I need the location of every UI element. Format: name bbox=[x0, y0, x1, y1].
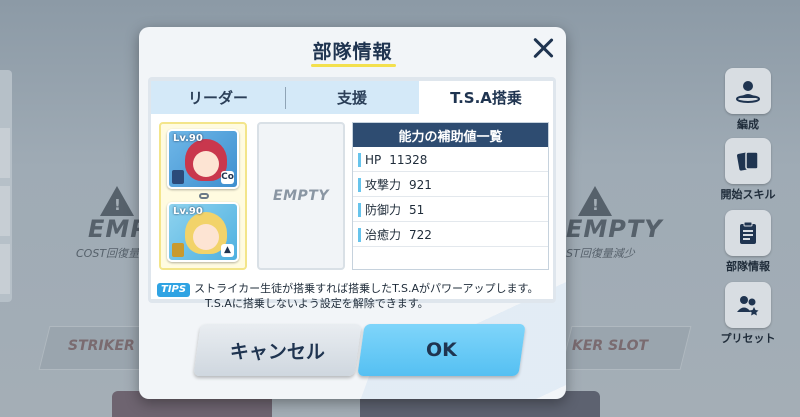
formation-icon bbox=[736, 81, 760, 103]
cards-icon bbox=[737, 151, 759, 171]
tab-tsa-boarding[interactable]: T.S.A搭乗 bbox=[419, 81, 553, 114]
stat-row-hp: HP 11328 bbox=[353, 148, 548, 172]
stat-value: 722 bbox=[409, 227, 432, 242]
boarded-unit-slot[interactable]: Lv.90 Co Lv.90 ▲ bbox=[159, 122, 247, 270]
rank-badge-icon bbox=[172, 170, 184, 184]
stat-value: 51 bbox=[409, 202, 425, 217]
stats-header: 能力の補助値一覧 bbox=[353, 123, 548, 147]
striker-slot-right-label: KER SLOT bbox=[572, 338, 649, 354]
tips-badge: TIPS bbox=[157, 283, 191, 297]
character-face bbox=[193, 151, 219, 177]
stat-value: 921 bbox=[409, 177, 432, 192]
tips-text: TIPS ストライカー生徒が搭乗すれば搭乗したT.S.Aがパワーアップします。 T… bbox=[157, 282, 557, 311]
striker-slot-left-label: STRIKER S bbox=[68, 338, 150, 354]
empty-unit-slot[interactable]: EMPTY bbox=[257, 122, 345, 270]
stat-name: 攻撃力 bbox=[365, 178, 402, 192]
link-icon bbox=[199, 193, 209, 199]
unit-card[interactable]: Lv.90 ▲ bbox=[167, 202, 239, 262]
clipboard-icon bbox=[740, 221, 756, 244]
tab-bar: リーダー 支援 T.S.A搭乗 bbox=[151, 81, 553, 114]
role-icon: Co bbox=[221, 171, 234, 184]
ok-button[interactable]: OK bbox=[357, 324, 526, 376]
unit-info-dialog: 部隊情報 リーダー 支援 T.S.A搭乗 Lv.90 Co Lv.90 ▲ EM… bbox=[139, 27, 566, 399]
start-skill-button[interactable] bbox=[725, 138, 771, 184]
left-slot-1 bbox=[0, 128, 10, 178]
unit-info-button[interactable] bbox=[725, 210, 771, 256]
unit-level: Lv.90 bbox=[173, 133, 203, 144]
tips-line-2: T.S.Aに搭乗しないよう設定を解除できます。 bbox=[205, 297, 429, 310]
preset-button[interactable] bbox=[725, 282, 771, 328]
stat-row-attack: 攻撃力 921 bbox=[353, 173, 548, 197]
empty-slot-label: EMPTY bbox=[273, 188, 329, 204]
warning-icon bbox=[100, 186, 134, 216]
stats-panel: 能力の補助値一覧 HP 11328 攻撃力 921 防御力 51 治癒力 722 bbox=[352, 122, 549, 270]
stat-row-defense: 防御力 51 bbox=[353, 198, 548, 222]
left-slot-3 bbox=[0, 244, 10, 294]
stat-name: 防御力 bbox=[365, 203, 402, 217]
unit-level: Lv.90 bbox=[173, 206, 203, 217]
stat-name: HP bbox=[365, 152, 382, 167]
stat-value: 11328 bbox=[389, 152, 428, 167]
cancel-button[interactable]: キャンセル bbox=[193, 324, 362, 376]
tips-line-1: ストライカー生徒が搭乗すれば搭乗したT.S.Aがパワーアップします。 bbox=[194, 282, 539, 295]
tab-support[interactable]: 支援 bbox=[285, 81, 419, 114]
character-face bbox=[193, 224, 219, 250]
left-slot-2 bbox=[0, 186, 10, 236]
bg-empty-right: EMPTY bbox=[566, 215, 663, 243]
dialog-title: 部隊情報 bbox=[312, 41, 393, 63]
tab-panel: リーダー 支援 T.S.A搭乗 Lv.90 Co Lv.90 ▲ EMPTY 能… bbox=[148, 77, 556, 303]
role-icon: ▲ bbox=[221, 244, 234, 257]
formation-button[interactable] bbox=[725, 68, 771, 114]
formation-label: 編成 bbox=[737, 118, 759, 131]
warning-icon bbox=[578, 186, 612, 216]
preset-label: プリセット bbox=[720, 332, 776, 345]
stat-row-healing: 治癒力 722 bbox=[353, 223, 548, 247]
cancel-button-label: キャンセル bbox=[229, 340, 325, 363]
tab-leader[interactable]: リーダー bbox=[151, 81, 285, 114]
rank-badge-icon bbox=[172, 243, 184, 257]
preset-icon bbox=[737, 296, 759, 316]
bg-cost-left: COST回復量 bbox=[76, 247, 140, 260]
close-icon[interactable] bbox=[530, 35, 556, 61]
ok-button-label: OK bbox=[426, 339, 457, 361]
unit-card[interactable]: Lv.90 Co bbox=[167, 129, 239, 189]
unit-info-label: 部隊情報 bbox=[726, 260, 770, 273]
stat-name: 治癒力 bbox=[365, 228, 402, 242]
title-underline bbox=[311, 64, 396, 67]
tab-content: Lv.90 Co Lv.90 ▲ EMPTY 能力の補助値一覧 HP 11328… bbox=[151, 114, 553, 299]
start-skill-label: 開始スキル bbox=[720, 188, 776, 201]
bg-cost-right: ST回復量減少 bbox=[566, 247, 635, 260]
